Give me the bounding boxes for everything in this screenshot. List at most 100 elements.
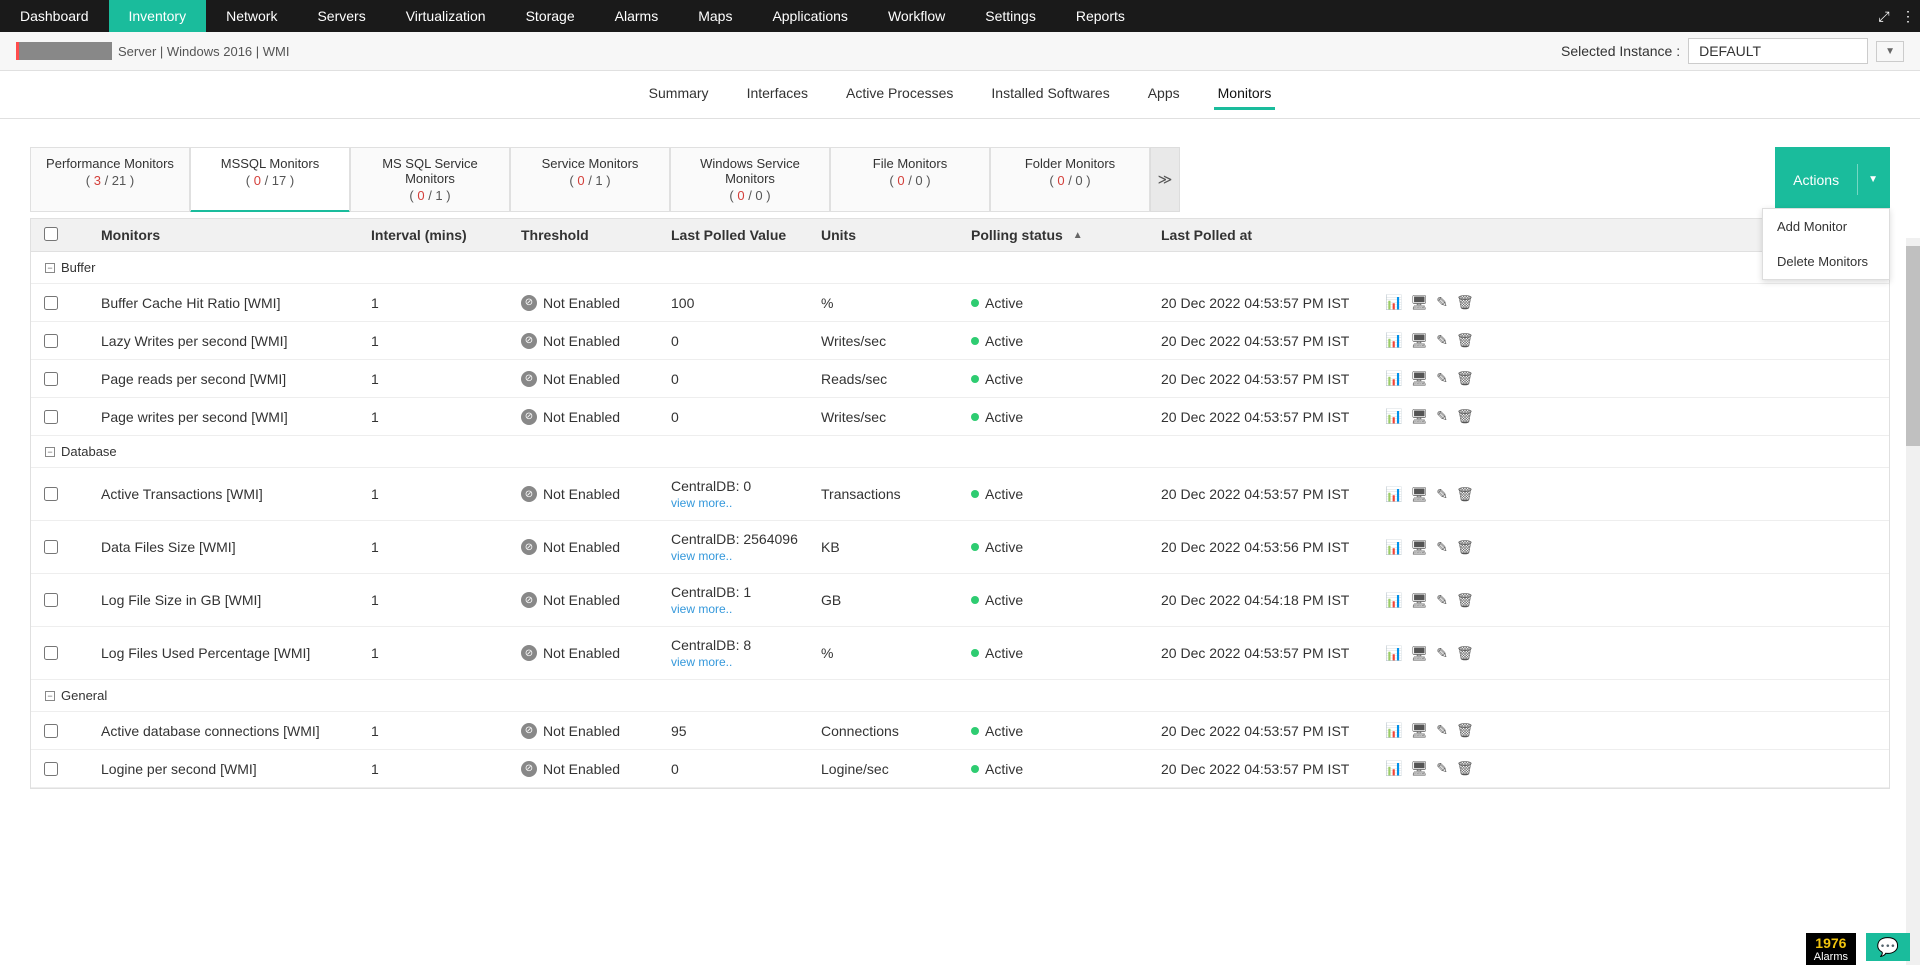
fullscreen-icon[interactable]: ⤢ bbox=[1872, 0, 1896, 32]
column-polling-status[interactable]: Polling status▲ bbox=[971, 227, 1161, 243]
chart-icon[interactable]: 📊 bbox=[1385, 539, 1402, 556]
chart-icon[interactable]: 📊 bbox=[1385, 332, 1402, 349]
inner-tab-summary[interactable]: Summary bbox=[645, 79, 713, 110]
edit-icon[interactable]: ✎ bbox=[1436, 539, 1448, 556]
chart-icon[interactable]: 📊 bbox=[1385, 370, 1402, 387]
delete-icon[interactable]: 🗑 bbox=[1456, 592, 1474, 609]
monitor-tab-windows-service-monitors[interactable]: Windows Service Monitors( 0 / 0 ) bbox=[670, 147, 830, 212]
row-checkbox[interactable] bbox=[44, 540, 58, 554]
view-more-link[interactable]: view more.. bbox=[671, 549, 732, 563]
monitor-icon[interactable]: 🖥 bbox=[1410, 645, 1428, 662]
monitor-tab-service-monitors[interactable]: Service Monitors( 0 / 1 ) bbox=[510, 147, 670, 212]
actions-menu-add-monitor[interactable]: Add Monitor bbox=[1763, 209, 1889, 244]
delete-icon[interactable]: 🗑 bbox=[1456, 539, 1474, 556]
column-interval[interactable]: Interval (mins) bbox=[371, 227, 521, 243]
delete-icon[interactable]: 🗑 bbox=[1456, 332, 1474, 349]
topnav-alarms[interactable]: Alarms bbox=[595, 0, 679, 32]
chart-icon[interactable]: 📊 bbox=[1385, 486, 1402, 503]
chart-icon[interactable]: 📊 bbox=[1385, 760, 1402, 777]
delete-icon[interactable]: 🗑 bbox=[1456, 294, 1474, 311]
monitor-name[interactable]: Lazy Writes per second [WMI] bbox=[71, 333, 371, 349]
topnav-virtualization[interactable]: Virtualization bbox=[386, 0, 506, 32]
monitor-name[interactable]: Log File Size in GB [WMI] bbox=[71, 592, 371, 608]
row-checkbox[interactable] bbox=[44, 646, 58, 660]
edit-icon[interactable]: ✎ bbox=[1436, 486, 1448, 503]
delete-icon[interactable]: 🗑 bbox=[1456, 722, 1474, 739]
inner-tab-interfaces[interactable]: Interfaces bbox=[743, 79, 812, 110]
monitor-icon[interactable]: 🖥 bbox=[1410, 760, 1428, 777]
view-more-link[interactable]: view more.. bbox=[671, 496, 732, 510]
monitor-icon[interactable]: 🖥 bbox=[1410, 722, 1428, 739]
row-checkbox[interactable] bbox=[44, 762, 58, 776]
row-checkbox[interactable] bbox=[44, 410, 58, 424]
edit-icon[interactable]: ✎ bbox=[1436, 592, 1448, 609]
topnav-network[interactable]: Network bbox=[206, 0, 297, 32]
monitor-name[interactable]: Active database connections [WMI] bbox=[71, 723, 371, 739]
monitor-icon[interactable]: 🖥 bbox=[1410, 486, 1428, 503]
monitor-name[interactable]: Logine per second [WMI] bbox=[71, 761, 371, 777]
kebab-menu-icon[interactable]: ⋮ bbox=[1896, 0, 1920, 32]
topnav-storage[interactable]: Storage bbox=[506, 0, 595, 32]
chat-icon[interactable]: 💬 bbox=[1866, 933, 1910, 961]
topnav-maps[interactable]: Maps bbox=[678, 0, 752, 32]
alarm-badge[interactable]: 1976 Alarms bbox=[1806, 933, 1856, 965]
chart-icon[interactable]: 📊 bbox=[1385, 408, 1402, 425]
actions-menu-delete-monitors[interactable]: Delete Monitors bbox=[1763, 244, 1889, 279]
row-checkbox[interactable] bbox=[44, 487, 58, 501]
row-checkbox[interactable] bbox=[44, 724, 58, 738]
column-last-polled-value[interactable]: Last Polled Value bbox=[671, 227, 821, 243]
monitor-tab-file-monitors[interactable]: File Monitors( 0 / 0 ) bbox=[830, 147, 990, 212]
group-general[interactable]: −General bbox=[31, 680, 1889, 712]
edit-icon[interactable]: ✎ bbox=[1436, 294, 1448, 311]
monitor-name[interactable]: Page reads per second [WMI] bbox=[71, 371, 371, 387]
inner-tab-monitors[interactable]: Monitors bbox=[1214, 79, 1276, 110]
edit-icon[interactable]: ✎ bbox=[1436, 645, 1448, 662]
column-monitors[interactable]: Monitors bbox=[71, 227, 371, 243]
delete-icon[interactable]: 🗑 bbox=[1456, 760, 1474, 777]
monitor-tab-ms-sql-service-monitors[interactable]: MS SQL Service Monitors( 0 / 1 ) bbox=[350, 147, 510, 212]
topnav-inventory[interactable]: Inventory bbox=[109, 0, 207, 32]
topnav-servers[interactable]: Servers bbox=[297, 0, 385, 32]
monitor-tabs-more-icon[interactable]: ≫ bbox=[1150, 147, 1180, 212]
delete-icon[interactable]: 🗑 bbox=[1456, 486, 1474, 503]
monitor-tab-performance-monitors[interactable]: Performance Monitors( 3 / 21 ) bbox=[30, 147, 190, 212]
vertical-scrollbar[interactable] bbox=[1906, 238, 1920, 965]
chart-icon[interactable]: 📊 bbox=[1385, 592, 1402, 609]
monitor-icon[interactable]: 🖥 bbox=[1410, 370, 1428, 387]
monitor-icon[interactable]: 🖥 bbox=[1410, 408, 1428, 425]
inner-tab-installed-softwares[interactable]: Installed Softwares bbox=[987, 79, 1113, 110]
monitor-icon[interactable]: 🖥 bbox=[1410, 592, 1428, 609]
group-database[interactable]: −Database bbox=[31, 436, 1889, 468]
row-checkbox[interactable] bbox=[44, 296, 58, 310]
monitor-icon[interactable]: 🖥 bbox=[1410, 294, 1428, 311]
collapse-icon[interactable]: − bbox=[45, 691, 55, 701]
monitor-icon[interactable]: 🖥 bbox=[1410, 332, 1428, 349]
chart-icon[interactable]: 📊 bbox=[1385, 294, 1402, 311]
view-more-link[interactable]: view more.. bbox=[671, 655, 732, 669]
inner-tab-active-processes[interactable]: Active Processes bbox=[842, 79, 957, 110]
chart-icon[interactable]: 📊 bbox=[1385, 645, 1402, 662]
edit-icon[interactable]: ✎ bbox=[1436, 722, 1448, 739]
monitor-name[interactable]: Buffer Cache Hit Ratio [WMI] bbox=[71, 295, 371, 311]
monitor-name[interactable]: Log Files Used Percentage [WMI] bbox=[71, 645, 371, 661]
actions-caret-icon[interactable]: ▼ bbox=[1857, 164, 1888, 195]
monitor-tab-mssql-monitors[interactable]: MSSQL Monitors( 0 / 17 ) bbox=[190, 147, 350, 212]
monitor-name[interactable]: Active Transactions [WMI] bbox=[71, 486, 371, 502]
monitor-tab-folder-monitors[interactable]: Folder Monitors( 0 / 0 ) bbox=[990, 147, 1150, 212]
inner-tab-apps[interactable]: Apps bbox=[1144, 79, 1184, 110]
row-checkbox[interactable] bbox=[44, 593, 58, 607]
column-units[interactable]: Units bbox=[821, 227, 971, 243]
collapse-icon[interactable]: − bbox=[45, 263, 55, 273]
delete-icon[interactable]: 🗑 bbox=[1456, 408, 1474, 425]
topnav-settings[interactable]: Settings bbox=[965, 0, 1056, 32]
group-buffer[interactable]: −Buffer bbox=[31, 252, 1889, 284]
row-checkbox[interactable] bbox=[44, 334, 58, 348]
actions-button[interactable]: Actions bbox=[1775, 162, 1857, 198]
monitor-icon[interactable]: 🖥 bbox=[1410, 539, 1428, 556]
delete-icon[interactable]: 🗑 bbox=[1456, 370, 1474, 387]
collapse-icon[interactable]: − bbox=[45, 447, 55, 457]
select-all-checkbox[interactable] bbox=[44, 227, 58, 241]
monitor-name[interactable]: Page writes per second [WMI] bbox=[71, 409, 371, 425]
edit-icon[interactable]: ✎ bbox=[1436, 370, 1448, 387]
topnav-dashboard[interactable]: Dashboard bbox=[0, 0, 109, 32]
